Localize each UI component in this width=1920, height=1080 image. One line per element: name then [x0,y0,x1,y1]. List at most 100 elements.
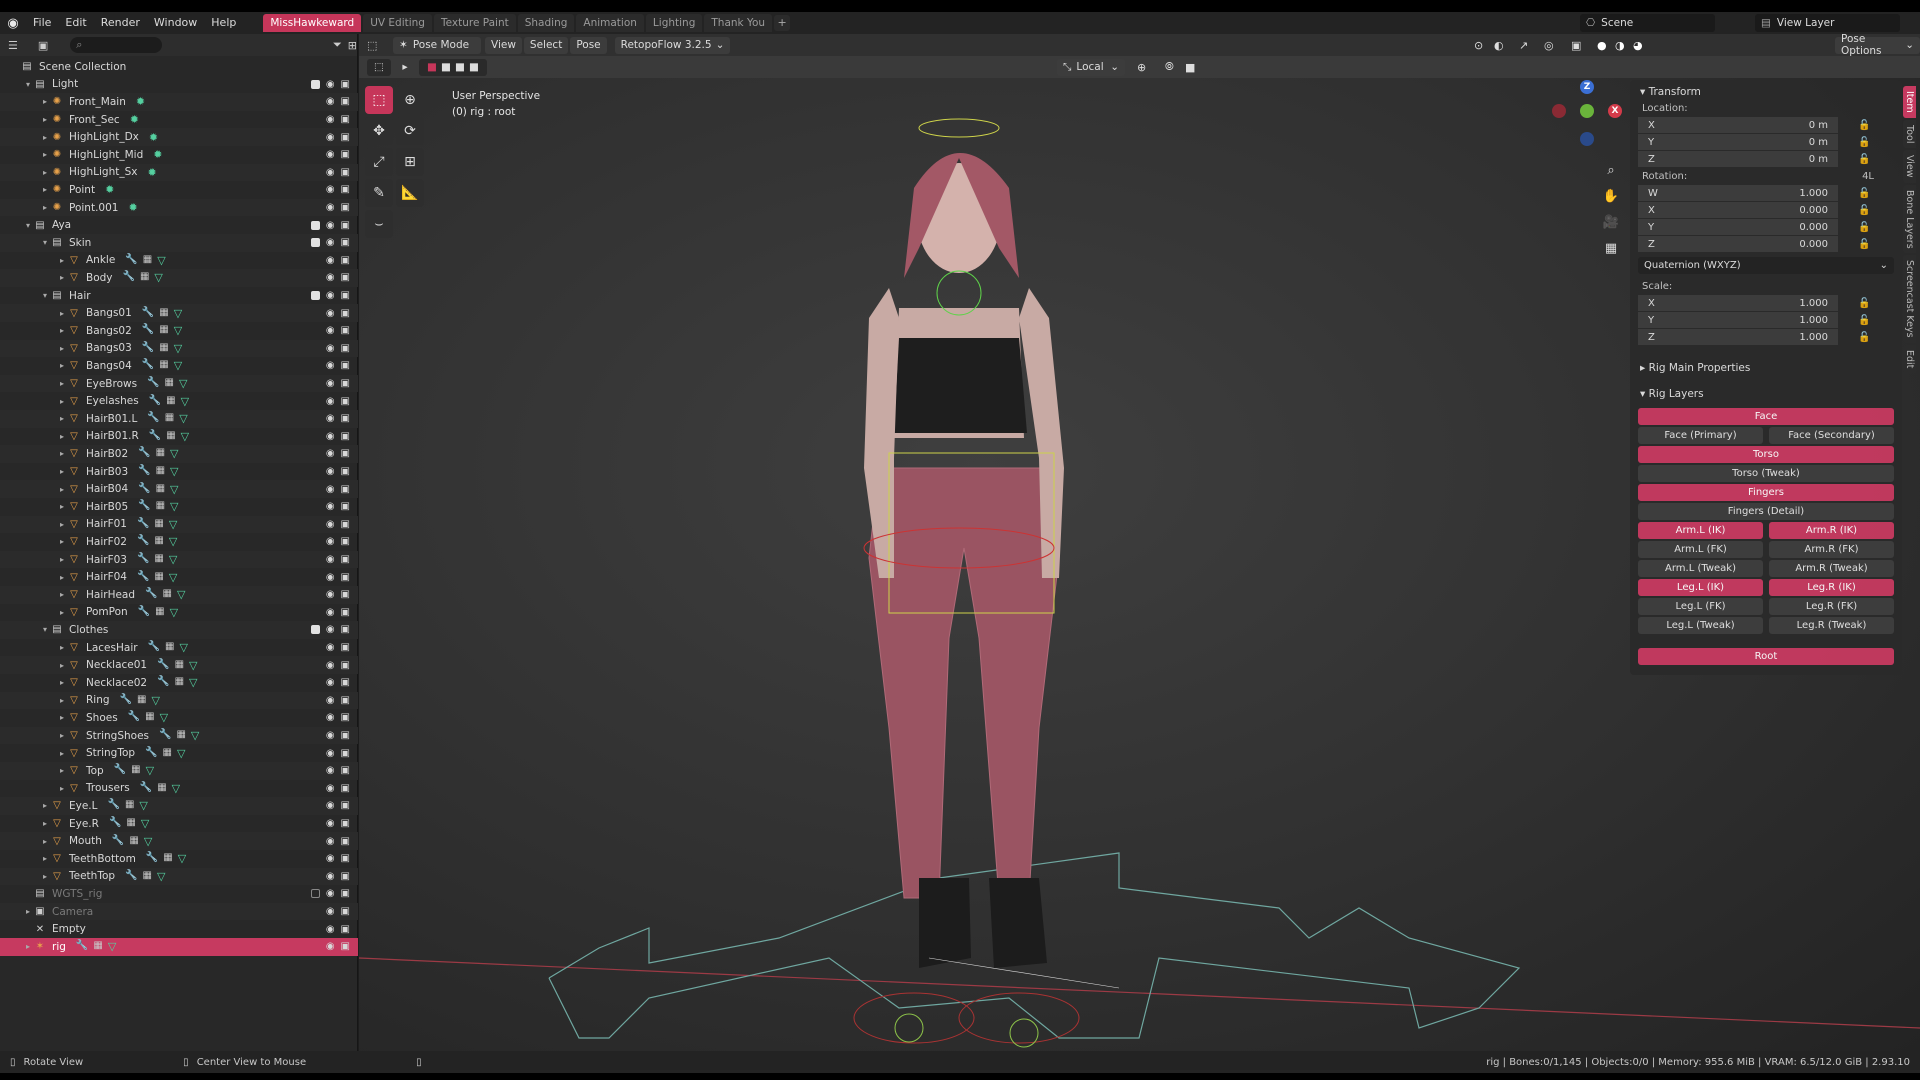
armature-modifier-icon[interactable]: ▦ [140,271,149,284]
pan-icon[interactable]: ✋ [1601,186,1621,206]
outliner-row[interactable]: ▸ ▽ Bangs03 🔧 ▦ ▽ ◉ ▣ [0,339,358,358]
visibility-eye-icon[interactable]: ◉ [326,79,335,90]
visibility-eye-icon[interactable]: ◉ [326,501,335,512]
workspace-tab-lighting[interactable]: Lighting [645,14,703,32]
expand-down-icon[interactable]: ▾ [23,221,33,230]
render-camera-icon[interactable]: ▣ [341,712,350,723]
rig-layer-button[interactable]: Arm.L (IK) [1638,522,1763,539]
modifier-icon[interactable]: 🔧 [146,852,158,865]
bone-tool[interactable]: ⌣ [365,210,393,238]
visibility-eye-icon[interactable]: ◉ [326,378,335,389]
mesh-data-icon[interactable]: ▽ [154,271,162,284]
navigation-gizmo[interactable]: Z X [1550,80,1630,160]
light-data-icon[interactable]: ✹ [153,148,162,161]
render-camera-icon[interactable]: ▣ [341,624,350,635]
modifier-icon[interactable]: 🔧 [138,465,150,478]
render-camera-icon[interactable]: ▣ [341,484,350,495]
new-collection-icon[interactable]: ⊞ [348,39,357,52]
expand-right-icon[interactable]: ▸ [57,344,67,353]
exclude-checkbox[interactable] [310,889,320,899]
modifier-icon[interactable]: 🔧 [142,307,154,320]
expand-right-icon[interactable]: ▸ [57,256,67,265]
outliner-row[interactable]: ▸ ▽ TeethTop 🔧 ▦ ▽ ◉ ▣ [0,867,358,886]
mesh-data-icon[interactable]: ▽ [170,606,178,619]
view-layer-selector[interactable]: ▤ View Layer [1755,14,1900,32]
outliner-row[interactable]: ▸ ▽ HairF02 🔧 ▦ ▽ ◉ ▣ [0,533,358,551]
modifier-icon[interactable]: 🔧 [145,588,157,601]
outliner-row[interactable]: ▾ ▤ Hair ◉ ▣ [0,287,358,305]
modifier-icon[interactable]: 🔧 [120,694,132,707]
light-data-icon[interactable]: ✹ [105,183,114,196]
visibility-eye-icon[interactable]: ◉ [326,202,335,213]
mesh-data-icon[interactable]: ▽ [177,588,185,601]
modifier-icon[interactable]: 🔧 [128,711,140,724]
sidebar-tab-item[interactable]: Item [1903,86,1916,118]
expand-right-icon[interactable]: ▸ [40,819,50,828]
render-camera-icon[interactable]: ▣ [341,536,350,547]
armature-modifier-icon[interactable]: ▦ [156,483,165,496]
exclude-checkbox[interactable] [310,220,320,230]
render-camera-icon[interactable]: ▣ [341,836,350,847]
mesh-data-icon[interactable]: ▽ [189,676,197,689]
display-mode-icon[interactable]: ▣ [38,39,48,52]
armature-modifier-icon[interactable]: ▦ [143,870,152,883]
render-camera-icon[interactable]: ▣ [341,466,350,477]
rig-main-properties-header[interactable]: ▸ Rig Main Properties [1630,356,1902,376]
gizmo-icon[interactable]: ↗ [1519,39,1528,52]
render-camera-icon[interactable]: ▣ [341,237,350,248]
rig-layer-button[interactable]: Fingers [1638,484,1894,501]
viewport-menu-select[interactable]: Select [523,36,569,54]
outliner-row[interactable]: ▾ ▤ Clothes ◉ ▣ [0,621,358,639]
expand-right-icon[interactable]: ▸ [57,784,67,793]
visibility-eye-icon[interactable]: ◉ [326,536,335,547]
workspace-tab-misshawkeward[interactable]: MissHawkeward [263,14,362,32]
light-data-icon[interactable]: ✹ [149,131,158,144]
outliner-row[interactable]: ▸ ▽ StringTop 🔧 ▦ ▽ ◉ ▣ [0,744,358,762]
armature-modifier-icon[interactable]: ▦ [154,518,163,531]
outliner-row[interactable]: ▸ ▽ EyeBrows 🔧 ▦ ▽ ◉ ▣ [0,374,358,393]
armature-modifier-icon[interactable]: ▦ [159,342,168,355]
visibility-eye-icon[interactable]: ◉ [326,818,335,829]
visibility-eye-icon[interactable]: ◉ [326,765,335,776]
render-camera-icon[interactable]: ▣ [341,607,350,618]
modifier-icon[interactable]: 🔧 [137,518,149,531]
proportional-edit-icon[interactable]: ◐ [1494,39,1504,52]
snap-target-icon[interactable]: ■ [1185,61,1195,74]
select-invert-icon[interactable]: ■ [469,61,479,73]
outliner-row[interactable]: ▸ ✺ HighLight_Mid ✹ ◉ ▣ [0,146,358,164]
render-camera-icon[interactable]: ▣ [341,413,350,424]
outliner-row[interactable]: ▸ ▽ LacesHair 🔧 ▦ ▽ ◉ ▣ [0,639,358,657]
lock-icon[interactable]: 🔓 [1858,332,1870,343]
mesh-data-icon[interactable]: ▽ [144,835,152,848]
outliner-row[interactable]: ▸ ▽ Eye.R 🔧 ▦ ▽ ◉ ▣ [0,815,358,833]
render-camera-icon[interactable]: ▣ [341,325,350,336]
measure-tool[interactable]: 📐 [396,179,424,207]
outliner-row[interactable]: ▸ ✺ HighLight_Dx ✹ ◉ ▣ [0,128,358,146]
expand-right-icon[interactable]: ▸ [57,326,67,335]
outliner-row[interactable]: ▸ ✺ Front_Sec ✹ ◉ ▣ [0,111,358,129]
expand-right-icon[interactable]: ▸ [23,907,33,916]
rig-layer-button[interactable]: Leg.R (Tweak) [1769,617,1894,634]
expand-right-icon[interactable]: ▸ [57,555,67,564]
outliner-row[interactable]: ▸ ▽ HairB01.R 🔧 ▦ ▽ ◉ ▣ [0,428,358,446]
outliner-row[interactable]: ▸ ▽ Bangs04 🔧 ▦ ▽ ◉ ▣ [0,357,358,375]
render-camera-icon[interactable]: ▣ [341,167,350,178]
visibility-eye-icon[interactable]: ◉ [326,484,335,495]
outliner-row[interactable]: ▸ ▽ HairF04 🔧 ▦ ▽ ◉ ▣ [0,568,358,586]
mesh-data-icon[interactable]: ▽ [169,553,177,566]
rotation-z-field[interactable]: Z 0.000 [1638,236,1838,253]
render-camera-icon[interactable]: ▣ [341,642,350,653]
expand-right-icon[interactable]: ▸ [57,309,67,318]
rig-layer-button[interactable]: Face [1638,408,1894,425]
rotation-w-field[interactable]: W 1.000 [1638,185,1838,202]
camera-view-icon[interactable]: 🎥 [1601,212,1621,232]
editor-select-icon[interactable]: ⬚ [367,58,391,76]
neg-x-axis-icon[interactable] [1552,104,1566,118]
expand-right-icon[interactable]: ▸ [40,150,50,159]
menu-help[interactable]: Help [204,12,243,34]
visibility-eye-icon[interactable]: ◉ [326,220,335,231]
outliner-search-input[interactable]: ⌕ [70,37,162,53]
retopoflow-button[interactable]: RetopoFlow 3.2.5 ⌄ [614,36,731,54]
mesh-data-icon[interactable]: ▽ [160,711,168,724]
render-camera-icon[interactable]: ▣ [341,360,350,371]
